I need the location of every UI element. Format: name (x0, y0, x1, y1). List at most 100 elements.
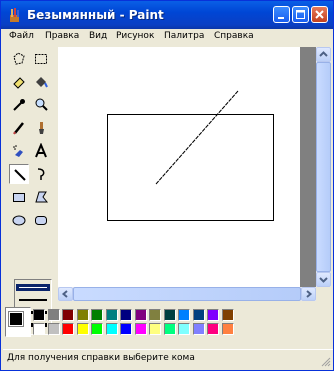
color-swatch[interactable] (91, 323, 103, 335)
polygon-tool[interactable] (31, 187, 51, 207)
free-select-tool[interactable] (9, 49, 29, 69)
chevron-left-icon (61, 290, 68, 298)
brush-tool[interactable] (31, 118, 51, 138)
line-icon (14, 169, 26, 181)
menu-colors[interactable]: Палитра (164, 31, 204, 41)
color-swatch[interactable] (163, 323, 176, 335)
line-width-1[interactable] (19, 287, 47, 288)
menu-view[interactable]: Вид (89, 31, 107, 41)
fill-tool[interactable] (31, 72, 51, 92)
color-swatch[interactable] (221, 323, 234, 335)
ellipse-tool[interactable] (9, 210, 29, 230)
paint-app-icon (10, 8, 19, 22)
status-bar: Для получения справки выберите кома (3, 349, 333, 369)
scroll-down-button[interactable] (316, 272, 331, 287)
current-colors[interactable] (5, 307, 31, 337)
color-swatch[interactable] (134, 309, 147, 321)
scroll-right-button[interactable] (301, 287, 316, 301)
paint-window: Безымянный - Paint Файл Правка Вид Рисун… (0, 0, 334, 371)
brush-icon (39, 122, 44, 134)
vertical-scroll-thumb[interactable] (316, 62, 331, 272)
maximize-button[interactable] (292, 6, 309, 23)
magnifier-icon (35, 98, 48, 111)
rectangle-tool[interactable] (9, 187, 29, 207)
paint-bucket-icon (36, 77, 48, 88)
chevron-right-icon (306, 290, 313, 298)
menu-help[interactable]: Справка (214, 31, 254, 41)
color-swatch[interactable] (76, 309, 89, 321)
color-swatch[interactable] (120, 309, 132, 321)
drawn-line (155, 90, 239, 185)
color-swatch[interactable] (76, 323, 89, 335)
free-select-icon (13, 52, 25, 65)
status-text: Для получения справки выберите кома (7, 353, 195, 363)
color-swatch[interactable] (62, 309, 74, 321)
color-swatch[interactable] (149, 323, 161, 335)
rounded-rectangle-tool[interactable] (31, 210, 51, 230)
eyedropper-icon (13, 99, 25, 111)
foreground-color (8, 311, 24, 327)
color-swatch[interactable] (149, 309, 161, 321)
eraser-icon (13, 77, 25, 89)
color-swatch[interactable] (134, 323, 147, 335)
drawn-rectangle (107, 114, 274, 221)
minimize-icon (278, 17, 284, 19)
horizontal-scroll-thumb[interactable] (73, 287, 301, 301)
color-swatch[interactable] (120, 323, 132, 335)
rounded-rectangle-icon (35, 216, 47, 225)
text-tool[interactable] (31, 141, 51, 161)
maximize-icon (296, 10, 305, 19)
canvas-drawing (107, 90, 274, 221)
rect-select-tool[interactable] (31, 49, 51, 69)
chevron-up-icon (319, 51, 328, 57)
color-swatch[interactable] (207, 309, 219, 321)
airbrush-tool[interactable] (9, 141, 29, 161)
window-title: Безымянный - Paint (27, 8, 164, 22)
menu-edit[interactable]: Правка (45, 31, 79, 41)
color-palette (1, 303, 334, 343)
color-swatch[interactable] (178, 309, 190, 321)
minimize-button[interactable] (273, 6, 290, 23)
pencil-tool[interactable] (9, 118, 29, 138)
color-swatch[interactable] (192, 309, 205, 321)
polygon-icon (35, 191, 49, 203)
color-swatch[interactable] (47, 309, 60, 321)
scroll-up-button[interactable] (316, 47, 331, 62)
toolbox (5, 47, 55, 335)
color-swatch[interactable] (207, 323, 219, 335)
color-picker-tool[interactable] (9, 95, 29, 115)
ellipse-icon (12, 215, 26, 226)
curve-tool[interactable] (31, 164, 51, 184)
line-width-2[interactable] (19, 299, 47, 301)
menu-image[interactable]: Рисунок (116, 31, 154, 41)
color-swatch[interactable] (91, 309, 103, 321)
resize-grip-icon[interactable] (321, 357, 331, 367)
color-swatch[interactable] (105, 323, 118, 335)
color-swatch[interactable] (221, 309, 234, 321)
color-swatch[interactable] (47, 323, 60, 335)
drawing-canvas[interactable] (58, 47, 300, 287)
canvas-workspace (58, 47, 316, 287)
curve-icon (37, 168, 45, 180)
color-swatch[interactable] (105, 309, 118, 321)
menu-bar: Файл Правка Вид Рисунок Палитра Справка (3, 29, 333, 46)
eraser-tool[interactable] (9, 72, 29, 92)
color-swatch[interactable] (192, 323, 205, 335)
text-icon (35, 143, 47, 158)
title-bar[interactable]: Безымянный - Paint (1, 1, 333, 29)
color-swatch[interactable] (33, 309, 45, 321)
color-swatch[interactable] (178, 323, 190, 335)
color-swatch[interactable] (62, 323, 74, 335)
scroll-left-button[interactable] (58, 287, 73, 301)
color-swatch[interactable] (33, 323, 45, 335)
rect-select-icon (35, 54, 47, 64)
magnifier-tool[interactable] (31, 95, 51, 115)
color-swatch[interactable] (163, 309, 176, 321)
chevron-down-icon (319, 277, 328, 283)
vertical-scrollbar[interactable] (316, 47, 331, 287)
close-button[interactable] (311, 6, 328, 23)
horizontal-scrollbar[interactable] (58, 287, 316, 301)
pencil-icon (13, 122, 24, 135)
line-tool[interactable] (9, 164, 29, 184)
menu-file[interactable]: Файл (9, 31, 34, 41)
